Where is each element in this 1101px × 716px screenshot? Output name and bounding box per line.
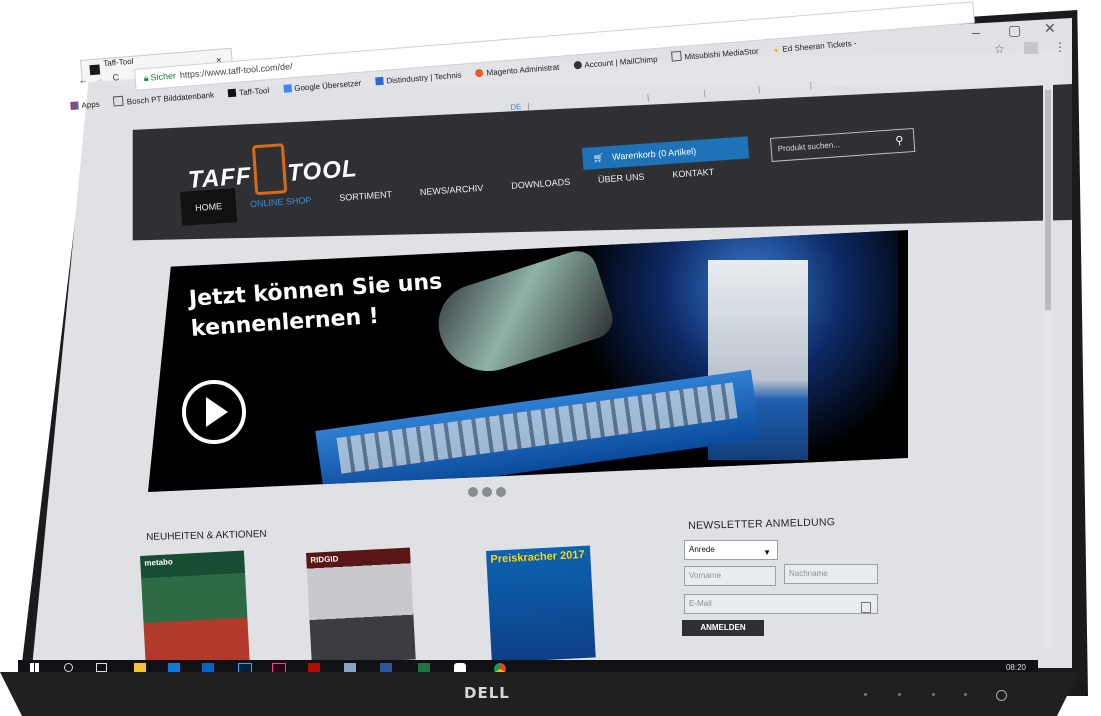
windows-start-icon[interactable] [30, 663, 39, 672]
bookmark-taff-tool[interactable]: Taff-Tool [227, 86, 270, 98]
lastname-field[interactable]: Nachname [784, 564, 878, 584]
newsletter-submit-button[interactable]: ANMELDEN [682, 620, 764, 636]
task-view-icon[interactable] [96, 663, 107, 672]
nav-news-archiv[interactable]: NEWS/ARCHIV [405, 170, 499, 210]
back-button[interactable]: ← [78, 75, 88, 86]
taff-favicon-icon [227, 88, 237, 98]
catalog-metabo[interactable]: metabo [140, 550, 250, 668]
power-icon[interactable] [996, 690, 1007, 701]
lang-fr-link[interactable]: FR [537, 100, 548, 110]
monitor-button-1[interactable] [864, 693, 867, 696]
nav-ueber-uns[interactable]: ÜBER UNS [583, 159, 660, 198]
salutation-select[interactable]: Anrede ▼ [684, 540, 778, 560]
apps-grid-icon [70, 101, 79, 110]
forward-button[interactable]: → [94, 73, 104, 84]
catalog-ridgid[interactable]: RIDGID [306, 547, 416, 665]
monitor-button-2[interactable] [898, 693, 901, 696]
lang-de-link[interactable]: DE [510, 102, 522, 112]
catalog-preiskracher[interactable]: Preiskracher 2017 [486, 545, 596, 663]
slider-dot-1[interactable] [468, 487, 478, 497]
translate-icon [282, 84, 292, 93]
search-icon[interactable] [64, 663, 73, 672]
search-icon[interactable]: ⚲ [895, 134, 904, 148]
monitor-bottom-bezel [0, 672, 1079, 716]
search-placeholder: Produkt suchen... [777, 140, 841, 154]
photo-stage: Taff-Tool × – ▢ ✕ ← → C 🔒︎Sicher https://… [0, 0, 1101, 716]
monitor-button-3[interactable] [932, 693, 935, 696]
page-icon [113, 95, 125, 107]
security-label: Sicher [150, 70, 177, 83]
monitor-button-4[interactable] [964, 693, 967, 696]
bookmark-apps[interactable]: Apps [70, 100, 100, 111]
firstname-field[interactable]: Vorname [684, 566, 776, 586]
magento-icon [475, 68, 484, 78]
mailchimp-icon [573, 60, 582, 70]
chrome-menu-icon[interactable]: ⋮ [1054, 40, 1066, 54]
page-icon [671, 50, 682, 62]
email-autofill-icon [861, 602, 871, 613]
dell-logo: DELL [464, 684, 510, 702]
distindustry-icon [375, 76, 384, 86]
hero-slider[interactable]: Jetzt können Sie uns kennenlernen ! [148, 230, 908, 492]
nav-downloads[interactable]: DOWNLOADS [496, 164, 585, 204]
hero-headline: Jetzt können Sie uns kennenlernen ! [188, 269, 443, 342]
email-field[interactable]: E-Mail [684, 594, 878, 614]
star-icon: ✦ [772, 45, 780, 56]
bookmark-star-icon[interactable]: ☆ [994, 42, 1005, 56]
extension-icon[interactable] [1024, 42, 1038, 54]
url-text: https://www.taff-tool.com/de/ [179, 61, 293, 81]
taskbar-clock: 08:20 [1005, 663, 1026, 672]
nav-online-shop[interactable]: ONLINE SHOP [235, 182, 327, 222]
nav-sortiment[interactable]: SORTIMENT [324, 176, 407, 216]
scrollbar-thumb[interactable] [1045, 90, 1051, 310]
nav-kontakt[interactable]: KONTAKT [657, 154, 729, 193]
slider-dot-2[interactable] [482, 487, 492, 497]
lock-icon: 🔒︎ [143, 72, 149, 84]
bookmark-google-translate[interactable]: Google Übersetzer [282, 79, 362, 94]
nav-home[interactable]: HOME [180, 188, 238, 226]
play-video-icon[interactable] [182, 380, 246, 444]
page-scrollbar[interactable] [1043, 80, 1053, 650]
reload-button[interactable]: C [112, 72, 119, 82]
chevron-down-icon: ▼ [763, 548, 771, 557]
slider-dot-3[interactable] [496, 487, 506, 497]
slider-pagination [468, 484, 510, 502]
